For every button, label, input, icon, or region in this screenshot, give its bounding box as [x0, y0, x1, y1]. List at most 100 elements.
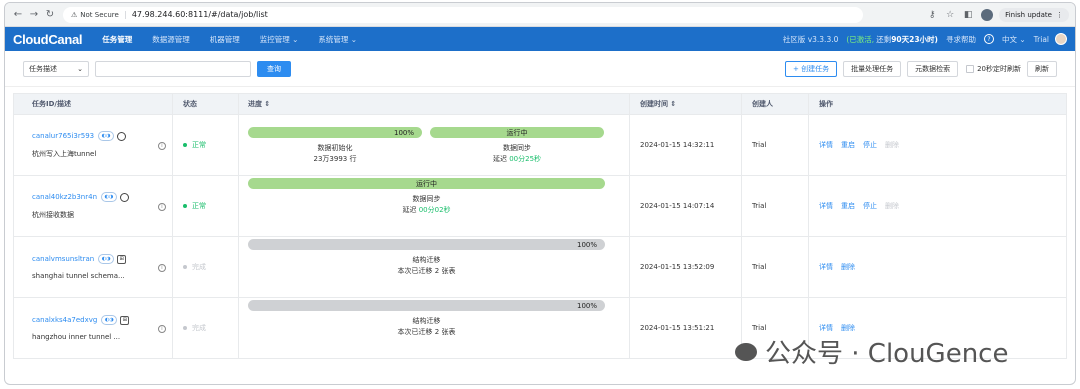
batch-process-button[interactable]: 批量处理任务: [843, 60, 902, 77]
db-pair-icon: ◐◑: [98, 131, 115, 141]
finish-update-button[interactable]: Finish update ⋮: [999, 7, 1069, 22]
progress-init: 100% 数据初始化 23万3993 行: [248, 127, 422, 164]
key-icon[interactable]: ⚷: [925, 8, 939, 22]
help-link[interactable]: 寻求帮助: [946, 34, 976, 45]
metadata-search-button[interactable]: 元数据检索: [907, 60, 959, 77]
creator: Trial: [752, 141, 767, 149]
job-id-link[interactable]: canal40kz2b3nr4n: [32, 193, 97, 201]
table-row: canal40kz2b3nr4n ◐◑ 杭州接收数据 i 正常 运行中 数据同步…: [14, 175, 1066, 236]
search-input[interactable]: [95, 60, 251, 77]
info-icon[interactable]: i: [158, 325, 166, 333]
auto-refresh-checkbox[interactable]: 20秒定时刷新: [966, 64, 1021, 74]
header-actions: 操作: [808, 94, 1066, 114]
detail-link[interactable]: 详情: [819, 140, 833, 150]
profile-avatar[interactable]: [981, 8, 994, 21]
status-dot-icon: [183, 265, 187, 269]
sync-cycle-icon: [117, 131, 127, 141]
delete-link[interactable]: 删除: [841, 323, 855, 333]
sidepanel-icon[interactable]: ◧: [961, 8, 975, 22]
user-name[interactable]: Trial: [1034, 35, 1049, 44]
header-id: 任务ID/描述: [32, 100, 71, 108]
delete-link: 删除: [885, 141, 899, 149]
detail-link[interactable]: 详情: [819, 201, 833, 211]
job-id-link[interactable]: canalxks4a7edxvg: [32, 316, 97, 324]
row-actions: 详情 删除: [808, 237, 1066, 297]
back-icon[interactable]: ←: [11, 8, 25, 22]
refresh-button[interactable]: 刷新: [1027, 60, 1057, 77]
help-icon[interactable]: ?: [984, 34, 994, 44]
progress-structure: 100% 结构迁移 本次已迁移 2 张表: [248, 300, 605, 337]
created-time: 2024-01-15 14:07:14: [640, 202, 715, 210]
remaining-label: 还剩90天23小时): [876, 34, 938, 44]
info-icon[interactable]: i: [158, 264, 166, 272]
creator: Trial: [752, 202, 767, 210]
status-badge: 完成: [183, 262, 206, 272]
wechat-icon: [735, 342, 757, 361]
db-pair-icon: ◐◑: [101, 192, 117, 202]
table-row: canalvmsunsltran ◐◑ ⊞ shanghai tunnel sc…: [14, 236, 1066, 297]
table-row: canalur765i3r593 ◐◑ 杭州写入上海tunnel i 正常 10…: [14, 114, 1066, 175]
job-description: hangzhou inner tunnel ...: [32, 333, 121, 341]
nav-datasource-management[interactable]: 数据源管理: [152, 34, 190, 45]
header-progress[interactable]: 进度 ⇕: [238, 94, 629, 114]
search-field-select[interactable]: 任务描述 ⌄: [23, 60, 89, 77]
progress-bar: 100%: [248, 239, 605, 250]
nav-system-management[interactable]: 系统管理 ⌄: [318, 34, 357, 45]
status-dot-icon: [183, 204, 187, 208]
job-id-link[interactable]: canalur765i3r593: [32, 132, 94, 140]
db-pair-icon: ◐◑: [98, 254, 115, 264]
sync-cycle-icon: [120, 192, 129, 202]
browser-window: ← → ↻ ⚠ Not Secure 47.98.244.60:8111/#/d…: [4, 2, 1076, 385]
chevron-down-icon: ⌄: [77, 64, 83, 73]
created-time: 2024-01-15 13:51:21: [640, 324, 715, 332]
create-task-button[interactable]: + 创建任务: [784, 60, 838, 77]
db-pair-icon: ◐◑: [101, 315, 118, 325]
job-id-link[interactable]: canalvmsunsltran: [32, 255, 94, 263]
nav-machine-management[interactable]: 机器管理: [210, 34, 240, 45]
activation-status: (已激活,: [846, 34, 875, 44]
query-button[interactable]: 查询: [257, 60, 291, 77]
status-dot-icon: [183, 143, 187, 147]
detail-link[interactable]: 详情: [819, 323, 833, 333]
status-badge: 正常: [183, 201, 206, 211]
progress-sync: 运行中 数据同步 延迟 00分02秒: [248, 178, 605, 215]
reload-icon[interactable]: ↻: [43, 8, 57, 22]
job-table: 任务ID/描述 状态 进度 ⇕ 创建时间 ⇕ 创建人 操作 canalur765…: [13, 93, 1067, 359]
header-created-time[interactable]: 创建时间 ⇕: [629, 94, 741, 114]
created-time: 2024-01-15 14:32:11: [640, 141, 715, 149]
language-select[interactable]: 中文 ⌄: [1002, 34, 1026, 45]
forward-icon[interactable]: →: [27, 8, 41, 22]
progress-sync: 运行中 数据同步 延迟 00分25秒: [430, 127, 604, 164]
job-description: 杭州写入上海tunnel: [32, 150, 97, 158]
warning-icon: ⚠: [71, 10, 78, 19]
restart-link[interactable]: 重启: [841, 201, 855, 211]
security-indicator[interactable]: ⚠ Not Secure: [71, 10, 126, 19]
avatar[interactable]: [1055, 33, 1067, 45]
app-navbar: CloudCanal 任务管理 数据源管理 机器管理 监控管理 ⌄ 系统管理 ⌄…: [5, 27, 1075, 51]
stop-link[interactable]: 停止: [863, 140, 877, 150]
filter-toolbar: 任务描述 ⌄ 查询 + 创建任务 批量处理任务 元数据检索 20秒定时刷新 刷新: [5, 51, 1075, 87]
nav-task-management[interactable]: 任务管理: [102, 34, 132, 45]
progress-bar: 100%: [248, 127, 422, 138]
progress-bar: 100%: [248, 300, 605, 311]
nav-monitor-management[interactable]: 监控管理 ⌄: [260, 34, 299, 45]
checkbox-icon: [966, 64, 975, 73]
delete-link[interactable]: 删除: [841, 262, 855, 272]
created-time: 2024-01-15 13:52:09: [640, 263, 715, 271]
detail-link[interactable]: 详情: [819, 262, 833, 272]
address-bar[interactable]: ⚠ Not Secure 47.98.244.60:8111/#/data/jo…: [63, 6, 863, 23]
info-icon[interactable]: i: [158, 142, 166, 150]
table-header: 任务ID/描述 状态 进度 ⇕ 创建时间 ⇕ 创建人 操作: [14, 94, 1066, 114]
creator: Trial: [752, 263, 767, 271]
star-icon[interactable]: ☆: [943, 8, 957, 22]
logo[interactable]: CloudCanal: [13, 32, 83, 47]
watermark: 公众号 · ClouGence: [735, 333, 1008, 370]
delete-link: 删除: [885, 202, 899, 210]
job-description: shanghai tunnel schema...: [32, 272, 125, 280]
row-actions: 详情 重启 停止 删除: [808, 176, 1066, 236]
restart-link[interactable]: 重启: [841, 140, 855, 150]
progress-bar: 运行中: [430, 127, 604, 138]
stop-link[interactable]: 停止: [863, 201, 877, 211]
info-icon[interactable]: i: [158, 203, 166, 211]
progress-bar: 运行中: [248, 178, 605, 189]
